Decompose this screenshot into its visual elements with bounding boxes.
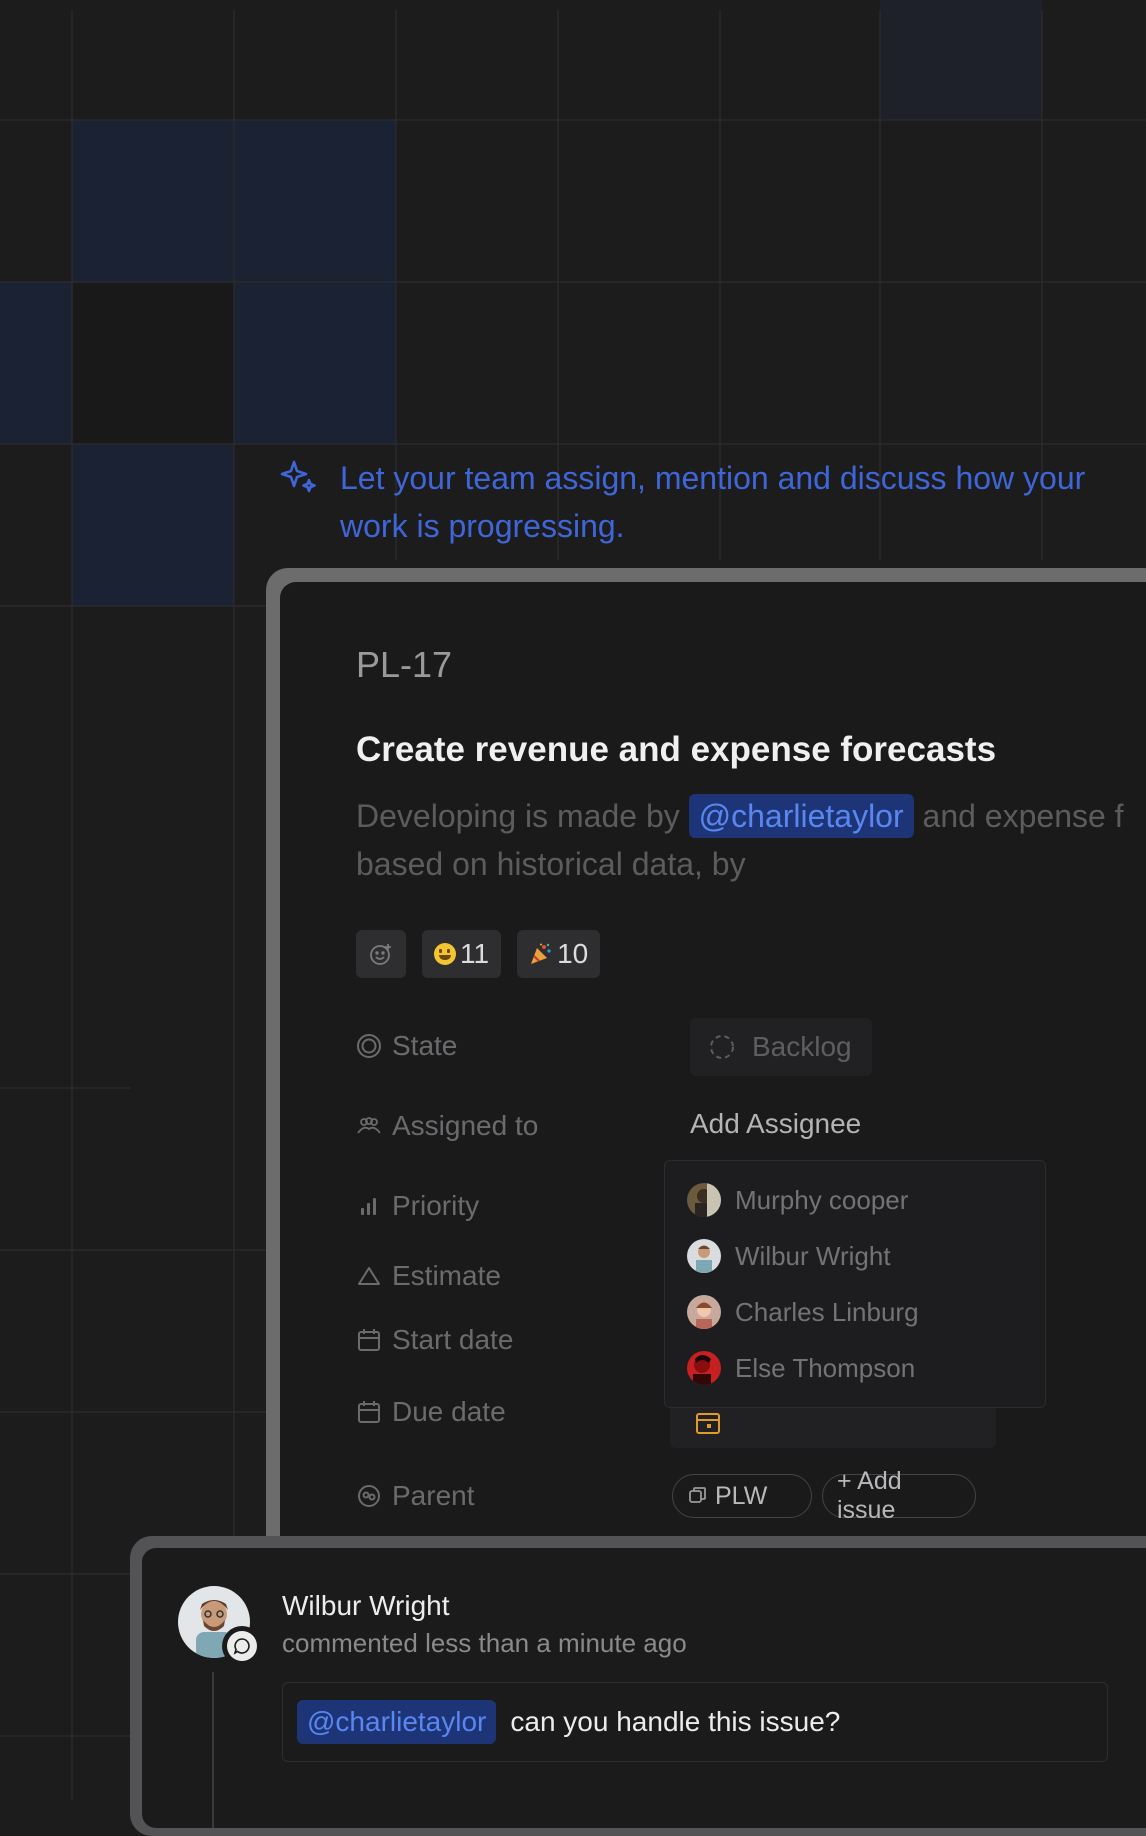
assignee-option[interactable]: Charles Linburg <box>687 1295 919 1329</box>
tagline-text: Let your team assign, mention and discus… <box>340 460 1086 544</box>
add-issue-button[interactable]: + Add issue <box>822 1467 976 1524</box>
issue-description[interactable]: Developing is made by @charlietaylor and… <box>356 792 1146 888</box>
comment-thread-line <box>212 1672 214 1828</box>
property-label: Parent <box>392 1480 475 1511</box>
avatar <box>687 1351 721 1385</box>
parent-icon <box>358 1485 380 1507</box>
property-assigned-to: Assigned to <box>356 1110 538 1142</box>
issue-title[interactable]: Create revenue and expense forecasts <box>356 730 996 770</box>
property-state: State <box>356 1030 457 1062</box>
reaction-grinning[interactable]: 11 <box>422 930 502 978</box>
assignee-dropdown: Murphy cooper Wilbur Wright Charles Linb… <box>664 1160 1046 1408</box>
calendar-icon <box>358 1401 380 1423</box>
reaction-count: 11 <box>460 938 490 969</box>
comment-card: Wilbur Wright commented less than a minu… <box>142 1548 1146 1828</box>
property-label: State <box>392 1030 458 1061</box>
description-text: and expense f <box>913 798 1124 834</box>
comment-bubble-icon <box>233 1638 250 1655</box>
state-value: Backlog <box>752 1031 852 1062</box>
mention-tag[interactable]: @charlietaylor <box>688 794 914 838</box>
property-label: Assigned to <box>392 1110 539 1141</box>
avatar <box>687 1183 721 1217</box>
assignee-name: Else Thompson <box>735 1352 916 1383</box>
property-parent: Parent <box>356 1480 475 1512</box>
property-label: Estimate <box>392 1260 501 1291</box>
parent-chip-label: PLW <box>715 1481 768 1510</box>
state-icon <box>357 1034 381 1058</box>
add-reaction-button[interactable] <box>356 930 406 978</box>
feature-tagline: Let your team assign, mention and discus… <box>280 454 1120 550</box>
add-issue-label: + Add issue <box>837 1467 902 1524</box>
reaction-party[interactable]: 10 <box>517 930 601 978</box>
assignee-option[interactable]: Wilbur Wright <box>687 1239 891 1273</box>
description-text: based on historical data, by <box>356 846 746 882</box>
property-label: Priority <box>392 1190 480 1221</box>
layers-icon <box>689 1487 706 1503</box>
triangle-icon <box>358 1267 380 1285</box>
party-popper-icon <box>531 943 551 964</box>
priority-bars-icon <box>361 1198 376 1215</box>
mention-tag[interactable]: @charlietaylor <box>297 1700 497 1744</box>
state-dropdown[interactable]: Backlog <box>690 1018 872 1076</box>
assignee-option[interactable]: Else Thompson <box>687 1351 915 1385</box>
property-due-date: Due date <box>356 1396 506 1428</box>
issue-id: PL-17 <box>356 644 453 685</box>
parent-chip[interactable]: PLW <box>672 1474 812 1518</box>
backlog-icon <box>710 1035 734 1059</box>
calendar-icon <box>696 1413 720 1434</box>
assignee-option[interactable]: Murphy cooper <box>687 1183 908 1217</box>
description-text: Developing is made by <box>356 798 689 834</box>
assignee-name: Murphy cooper <box>735 1184 909 1215</box>
comment-timestamp: commented less than a minute ago <box>282 1628 687 1658</box>
assignee-name: Wilbur Wright <box>735 1240 891 1271</box>
property-priority: Priority <box>356 1190 479 1222</box>
property-label: Start date <box>392 1324 514 1355</box>
comment-badge <box>222 1626 262 1666</box>
users-icon <box>357 1117 381 1134</box>
reactions-row: 11 10 <box>356 930 601 978</box>
property-label: Due date <box>392 1396 506 1427</box>
reaction-count: 10 <box>557 938 589 969</box>
avatar <box>687 1295 721 1329</box>
comment-author[interactable]: Wilbur Wright <box>282 1590 450 1622</box>
calendar-icon <box>358 1329 380 1351</box>
property-start-date: Start date <box>356 1324 513 1356</box>
comment-body: @charlietaylor can you handle this issue… <box>282 1682 1108 1762</box>
grinning-face-icon <box>434 943 456 965</box>
property-estimate: Estimate <box>356 1260 501 1292</box>
assignee-name: Charles Linburg <box>735 1296 919 1327</box>
sparkle-icon <box>280 460 316 493</box>
comment-text: can you handle this issue? <box>510 1706 841 1737</box>
add-emoji-icon <box>370 944 391 965</box>
add-assignee-button[interactable]: Add Assignee <box>690 1108 861 1140</box>
avatar <box>687 1239 721 1273</box>
